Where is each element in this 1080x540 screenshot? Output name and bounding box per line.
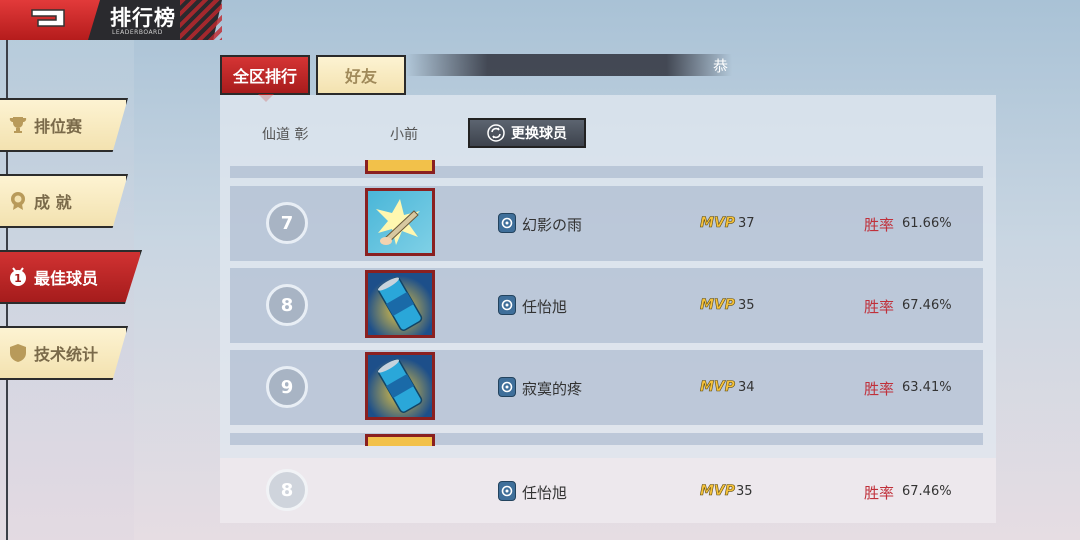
player-name: 寂寞的疼 — [522, 380, 583, 398]
item-partial-icon — [365, 160, 435, 174]
mvp-label: MVP — [700, 379, 736, 396]
drink-can-item-icon — [365, 352, 435, 420]
table-row[interactable]: 8 任怡旭 MVP 35 胜率 67.46% — [230, 268, 983, 343]
tab-all-server[interactable]: 全区排行 — [220, 55, 310, 102]
mvp-count: 35 — [738, 298, 755, 313]
mvp-count: 37 — [738, 216, 755, 231]
mvp-count: 34 — [738, 380, 755, 395]
back-button[interactable] — [0, 0, 100, 40]
page-title: 排行榜 — [110, 6, 176, 30]
rank-badge: 8 — [266, 469, 308, 511]
sidebar-item-label: 最佳球员 — [34, 269, 99, 288]
win-rate-label: 胜率 — [864, 216, 895, 234]
list-item — [230, 166, 983, 178]
player-badge-icon — [498, 377, 516, 397]
win-rate-value: 67.46% — [902, 298, 952, 313]
mvp-medal-icon: 1 — [8, 267, 28, 287]
table-row[interactable]: 7 幻影の雨 MVP 37 胜率 61.66% — [230, 186, 983, 261]
mvp-label: MVP — [700, 483, 736, 500]
banner-text: 恭 — [712, 56, 728, 75]
trophy-icon — [8, 115, 28, 135]
item-partial-icon — [365, 434, 435, 446]
player-name: 任怡旭 — [522, 298, 568, 316]
switch-player-label: 更换球员 — [511, 126, 567, 142]
win-rate-label: 胜率 — [864, 298, 895, 316]
table-row[interactable]: 9 寂寞的疼 MVP 34 胜率 63.41% — [230, 350, 983, 425]
switch-player-button[interactable]: 更换球员 — [468, 118, 586, 148]
column-player1: 仙道 彰 — [262, 127, 309, 143]
medal-icon — [8, 191, 28, 211]
list-item — [230, 433, 983, 445]
mvp-count: 35 — [736, 484, 753, 499]
column-player2: 小前 — [390, 127, 418, 143]
player-badge-icon — [498, 213, 516, 233]
sidebar-item-label: 技术统计 — [34, 345, 99, 364]
win-rate-value: 63.41% — [902, 380, 952, 395]
win-rate-label: 胜率 — [864, 380, 895, 398]
svg-text:1: 1 — [14, 272, 22, 285]
sidebar-item-ranked[interactable]: 排位赛 — [0, 98, 128, 152]
tab-friends[interactable]: 好友 — [316, 55, 406, 95]
sidebar-item-stats[interactable]: 技术统计 — [0, 326, 128, 380]
player-name: 任怡旭 — [522, 484, 568, 502]
win-rate-value: 61.66% — [902, 216, 952, 231]
page-subtitle: LEADERBOARD — [112, 29, 163, 36]
player-badge-icon — [498, 295, 516, 315]
win-rate-label: 胜率 — [864, 484, 895, 502]
sidebar-item-achievements[interactable]: 成 就 — [0, 174, 128, 228]
rank-badge: 7 — [266, 202, 308, 244]
swap-icon — [487, 124, 505, 142]
header-stripe — [180, 0, 222, 40]
sidebar-item-label: 成 就 — [34, 193, 72, 212]
announcement-banner: 恭 — [406, 54, 732, 76]
mvp-label: MVP — [700, 215, 736, 232]
back-arrow-icon — [28, 5, 72, 35]
rank-badge: 9 — [266, 366, 308, 408]
fan-item-icon — [365, 188, 435, 256]
player-name: 幻影の雨 — [522, 216, 583, 234]
drink-can-item-icon — [365, 270, 435, 338]
mvp-label: MVP — [700, 297, 736, 314]
shield-icon — [8, 343, 28, 363]
sidebar-item-label: 排位赛 — [34, 117, 83, 136]
sidebar-item-best-player[interactable]: 1 最佳球员 — [0, 250, 142, 304]
rank-badge: 8 — [266, 284, 308, 326]
win-rate-value: 67.46% — [902, 484, 952, 499]
player-badge-icon — [498, 481, 516, 501]
my-rank-row: 8 任怡旭 MVP 35 胜率 67.46% — [220, 458, 996, 523]
